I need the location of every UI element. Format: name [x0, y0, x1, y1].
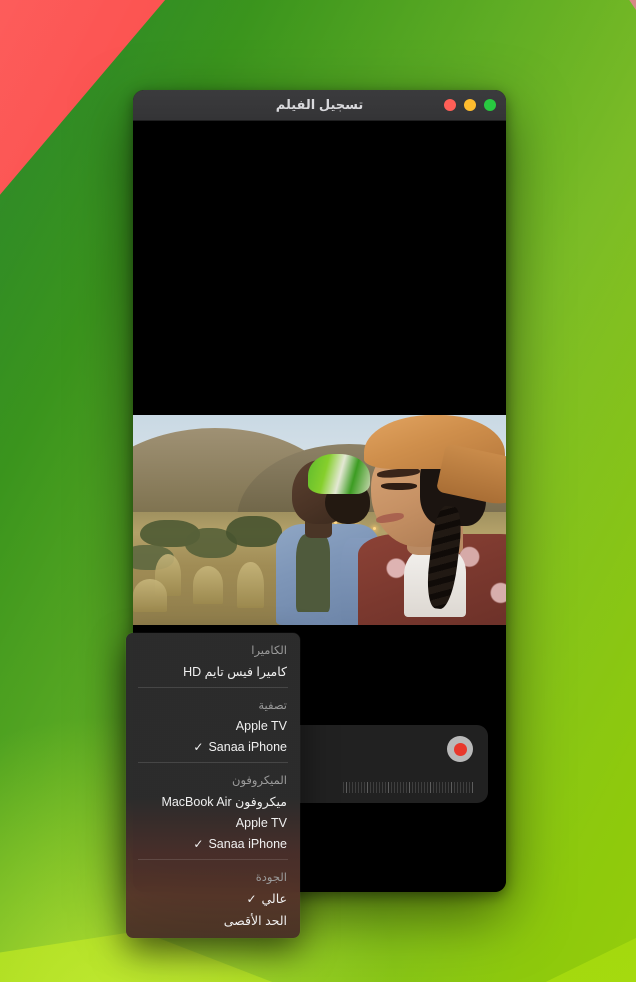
meter-tick: [390, 781, 392, 793]
meter-tick: [426, 781, 428, 793]
menu-section-header: الجودة: [255, 872, 287, 884]
meter-tick: [453, 781, 455, 793]
menu-item[interactable]: Apple TV: [126, 715, 300, 736]
menu-item[interactable]: Apple TV: [126, 812, 300, 833]
meter-tick: [369, 781, 371, 793]
meter-tick: [387, 781, 389, 793]
meter-tick: [423, 781, 425, 793]
meter-tick: [363, 781, 365, 793]
meter-tick: [462, 781, 464, 793]
meter-tick: [435, 781, 437, 793]
meter-tick: [441, 781, 443, 793]
menu-item[interactable]: عالي ✓: [126, 887, 300, 909]
record-icon: [453, 742, 467, 756]
window-controls[interactable]: [444, 99, 496, 111]
window-titlebar[interactable]: تسجيل الفيلم: [133, 90, 506, 121]
zoom-button[interactable]: [484, 99, 496, 111]
checkmark-icon: ✓: [193, 739, 204, 754]
meter-tick: [348, 781, 350, 793]
minimize-button[interactable]: [464, 99, 476, 111]
meter-tick: [408, 781, 410, 793]
meter-tick: [375, 781, 377, 793]
meter-tick: [414, 781, 416, 793]
menu-item[interactable]: كاميرا فيس تايم HD: [126, 660, 300, 682]
record-button[interactable]: [447, 736, 473, 762]
meter-tick: [345, 781, 347, 793]
meter-tick: [357, 781, 359, 793]
meter-tick: [456, 781, 458, 793]
menu-section-header: الكاميرا: [251, 645, 287, 657]
menu-item[interactable]: ميكروفون MacBook Air: [126, 790, 300, 812]
scene-grass: [133, 578, 167, 613]
menu-item-label: ميكروفون MacBook Air: [161, 794, 287, 809]
meter-tick: [450, 781, 452, 793]
meter-tick: [465, 781, 467, 793]
meter-tick: [438, 781, 440, 793]
meter-tick: [378, 781, 380, 793]
meter-tick: [405, 781, 407, 793]
menu-item-label: Sanaa iPhone: [208, 739, 287, 754]
menu-item-label: الحد الأقصى: [223, 913, 287, 928]
recording-options-menu[interactable]: الكاميرا كاميرا فيس تايم HD تصفية Apple TV S…: [126, 633, 300, 938]
meter-tick: [396, 781, 398, 793]
menu-item-label: Apple TV: [235, 718, 287, 733]
meter-tick: [471, 781, 473, 793]
menu-separator: [138, 859, 288, 860]
meter-tick: [432, 781, 434, 793]
meter-tick: [429, 781, 431, 793]
menu-item-label: عالي: [261, 891, 288, 906]
meter-tick: [417, 781, 419, 793]
window-title: تسجيل الفيلم: [275, 97, 364, 112]
menu-section-header: تصفية: [258, 700, 287, 712]
meter-tick: [468, 781, 470, 793]
meter-tick: [459, 781, 461, 793]
close-button[interactable]: [444, 99, 456, 111]
meter-tick: [360, 781, 362, 793]
meter-tick: [354, 781, 356, 793]
scene-grass: [192, 566, 223, 604]
meter-tick: [381, 781, 383, 793]
menu-separator: [138, 687, 288, 688]
meter-tick: [351, 781, 353, 793]
meter-tick: [444, 781, 446, 793]
meter-tick: [411, 781, 413, 793]
meter-tick: [420, 781, 422, 793]
meter-tick: [342, 781, 344, 793]
menu-item[interactable]: Sanaa iPhone ✓: [126, 736, 300, 757]
camera-preview-frame: [133, 415, 506, 625]
menu-item[interactable]: الحد الأقصى: [126, 909, 300, 931]
checkmark-icon: ✓: [193, 836, 204, 851]
meter-tick: [393, 781, 395, 793]
screen: تسجيل الفيلم الكاميرا كاميرا فيس تايم HD…: [0, 0, 636, 982]
menu-section-header: الميكروفون: [232, 775, 287, 787]
meter-tick: [384, 781, 386, 793]
checkmark-icon: ✓: [246, 891, 257, 906]
meter-tick: [399, 781, 401, 793]
meter-tick: [447, 781, 449, 793]
meter-tick: [372, 781, 374, 793]
scene-person-right: [357, 415, 506, 625]
meter-tick: [402, 781, 404, 793]
menu-item-label: كاميرا فيس تايم HD: [183, 664, 287, 679]
menu-separator: [138, 762, 288, 763]
menu-item[interactable]: Sanaa iPhone ✓: [126, 833, 300, 854]
scene-grass: [237, 562, 264, 609]
meter-tick: [366, 781, 368, 793]
menu-item-label: Sanaa iPhone: [208, 836, 287, 851]
menu-item-label: Apple TV: [235, 815, 287, 830]
